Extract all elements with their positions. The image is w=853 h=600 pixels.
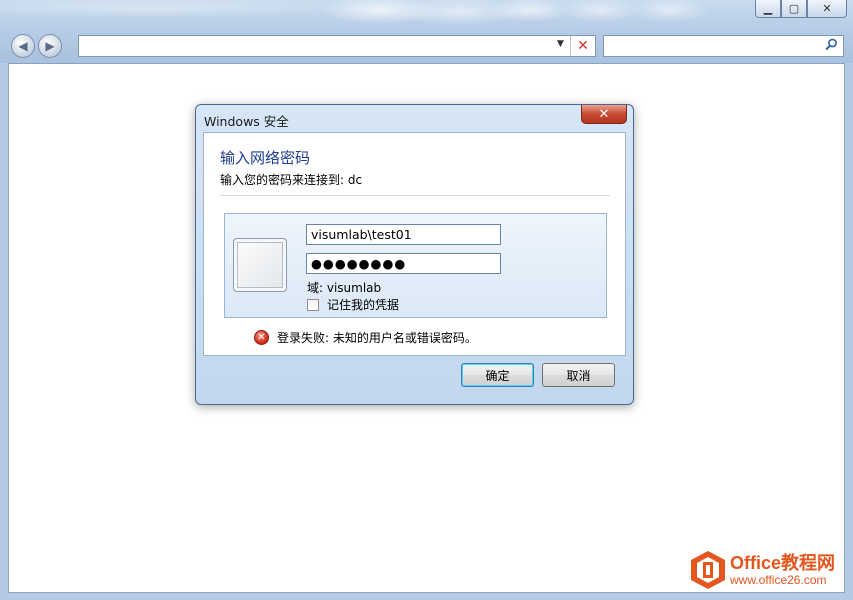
cancel-button[interactable]: 取消	[542, 363, 615, 387]
divider	[220, 195, 610, 196]
window-controls: ▁ ▢ ✕	[755, 0, 847, 18]
remember-label[interactable]: 记住我的凭据	[327, 296, 399, 313]
close-icon: ✕	[822, 2, 832, 15]
error-text: 登录失败: 未知的用户名或错误密码。	[277, 331, 477, 345]
window-frame-left	[0, 63, 8, 600]
chevron-down-icon[interactable]: ▼	[557, 39, 564, 49]
dialog-close-button[interactable]: ✕	[581, 105, 627, 124]
minimize-button[interactable]: ▁	[755, 0, 781, 18]
maximize-icon: ▢	[788, 2, 800, 15]
window-frame-bottom	[0, 593, 853, 600]
user-tile-icon	[233, 238, 287, 292]
stop-button[interactable]: ✕	[570, 36, 595, 56]
watermark-url: www.office26.com	[730, 573, 827, 587]
security-dialog: Windows 安全 ✕ 输入网络密码 输入您的密码来连接到: dc 域: vi…	[195, 104, 634, 405]
minimize-icon: ▁	[763, 2, 773, 15]
window-frame-right	[845, 63, 853, 600]
ok-button[interactable]: 确定	[461, 363, 534, 387]
error-icon: ✕	[254, 330, 269, 345]
stop-x-icon: ✕	[577, 38, 589, 54]
back-button[interactable]: ◀	[11, 34, 35, 58]
dialog-title: Windows 安全	[204, 114, 289, 129]
dialog-subtitle: 输入您的密码来连接到: dc	[220, 173, 363, 187]
remember-checkbox[interactable]	[307, 298, 319, 311]
address-bar: ▼ ✕	[78, 35, 596, 57]
window-close-button[interactable]: ✕	[807, 0, 847, 18]
domain-label: 域: visumlab	[307, 281, 382, 295]
forward-button[interactable]: ▶	[38, 34, 62, 58]
office-logo-icon	[690, 550, 726, 590]
blurred-tab-strip	[0, 0, 853, 30]
credential-tile[interactable]: 域: visumlab 记住我的凭据	[224, 213, 607, 318]
search-input[interactable]	[608, 38, 822, 56]
search-icon[interactable]	[825, 38, 838, 55]
watermark-brand: Office教程网	[730, 553, 836, 573]
back-arrow-icon: ◀	[18, 39, 28, 53]
maximize-button[interactable]: ▢	[781, 0, 807, 18]
close-icon: ✕	[598, 106, 610, 122]
username-field[interactable]	[306, 224, 501, 245]
remember-row: 记住我的凭据	[307, 296, 399, 313]
password-field[interactable]	[306, 253, 501, 274]
dialog-heading: 输入网络密码	[220, 149, 311, 167]
forward-arrow-icon: ▶	[45, 39, 55, 53]
dialog-body: 输入网络密码 输入您的密码来连接到: dc 域: visumlab 记住我的凭据…	[203, 132, 626, 356]
address-input[interactable]	[83, 38, 557, 56]
error-message-row: ✕ 登录失败: 未知的用户名或错误密码。	[254, 329, 477, 346]
watermark: Office教程网 www.office26.com	[690, 550, 835, 590]
search-bar	[603, 35, 844, 57]
